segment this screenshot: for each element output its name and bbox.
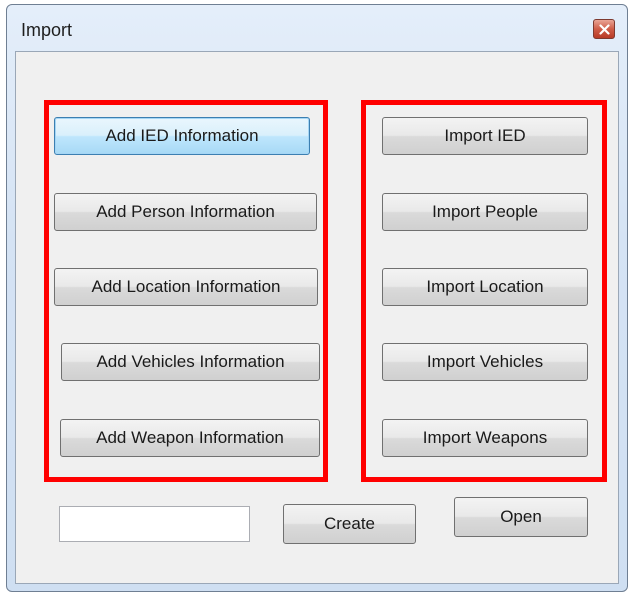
close-icon [599, 24, 610, 35]
import-weapons-button[interactable]: Import Weapons [382, 419, 588, 457]
import-location-button[interactable]: Import Location [382, 268, 588, 306]
close-button[interactable] [593, 19, 615, 39]
open-button[interactable]: Open [454, 497, 588, 537]
import-ied-button[interactable]: Import IED [382, 117, 588, 155]
import-people-button[interactable]: Import People [382, 193, 588, 231]
add-weapon-information-button[interactable]: Add Weapon Information [60, 419, 320, 457]
add-location-information-button[interactable]: Add Location Information [54, 268, 318, 306]
add-person-information-button[interactable]: Add Person Information [54, 193, 317, 231]
dialog-client-area: Add IED Information Add Person Informati… [15, 51, 619, 584]
title-bar[interactable]: Import [7, 5, 627, 51]
import-vehicles-button[interactable]: Import Vehicles [382, 343, 588, 381]
create-button[interactable]: Create [283, 504, 416, 544]
window-title: Import [21, 20, 73, 40]
name-input[interactable] [59, 506, 250, 542]
add-ied-information-button[interactable]: Add IED Information [54, 117, 310, 155]
add-vehicles-information-button[interactable]: Add Vehicles Information [61, 343, 320, 381]
import-dialog-window: Import Add IED Information Add Person In… [6, 4, 628, 592]
